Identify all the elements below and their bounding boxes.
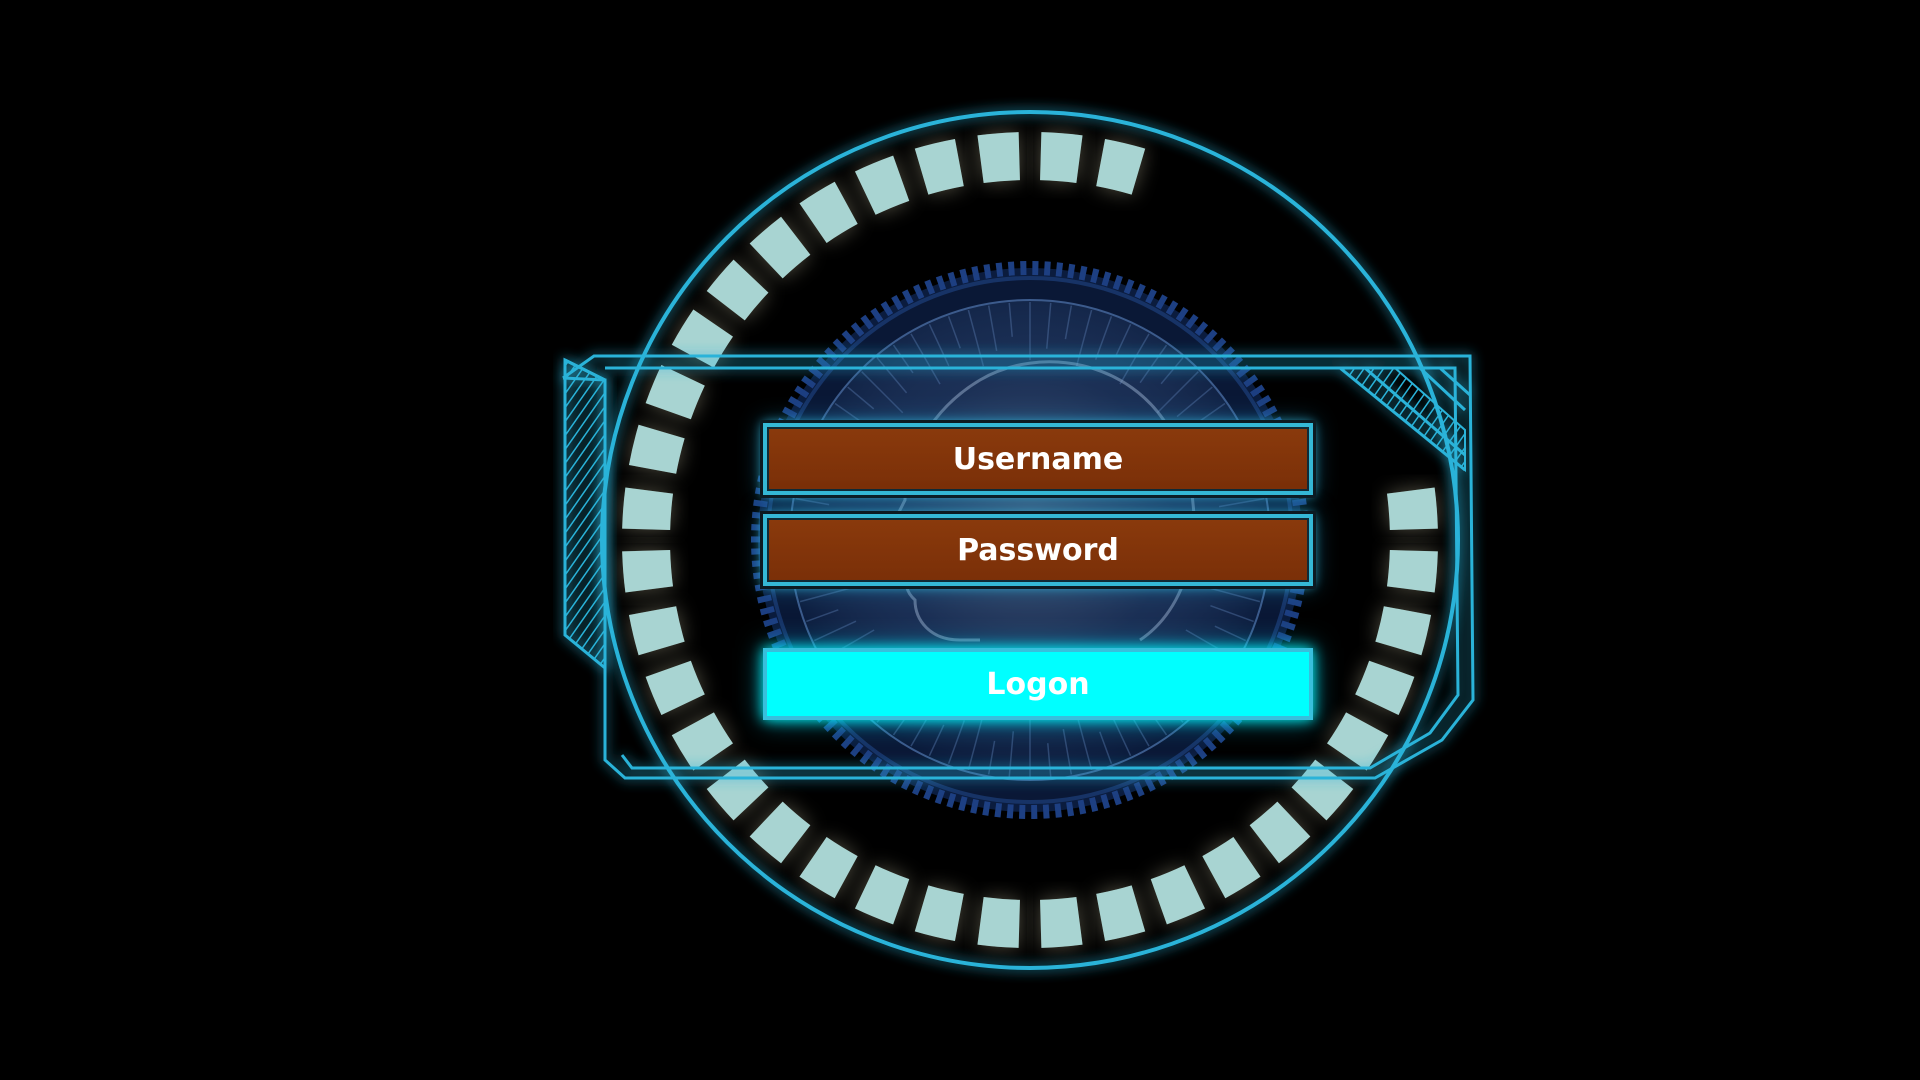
password-field[interactable]: Password (760, 511, 1316, 589)
ring-tile (628, 424, 685, 474)
top-right-hatch (1337, 367, 1466, 473)
ring-tile (1249, 801, 1311, 864)
ring-tile (1150, 865, 1206, 925)
password-label: Password (957, 532, 1119, 568)
ring-tile (854, 865, 910, 925)
ring-tile (671, 712, 733, 771)
ring-tile (1387, 487, 1438, 530)
ring-tile (854, 155, 910, 215)
ring-tile (977, 897, 1020, 948)
ring-tile (749, 216, 811, 279)
ring-tile (799, 837, 858, 899)
ring-tile (749, 801, 811, 864)
ring-tile (706, 259, 769, 321)
logon-button[interactable]: Logon (763, 648, 1313, 720)
ring-tile (1096, 885, 1146, 942)
logon-label: Logon (986, 666, 1090, 702)
ring-tile (622, 487, 673, 530)
ring-tile (914, 885, 964, 942)
ring-tile (645, 660, 705, 716)
ring-tile (1375, 606, 1432, 656)
ring-tile (1387, 550, 1438, 593)
username-label: Username (952, 441, 1124, 477)
ring-tile (1040, 132, 1083, 183)
ring-tile (1096, 138, 1146, 195)
ring-tile (977, 132, 1020, 183)
ring-tile (1040, 897, 1083, 948)
ring-tile (1355, 660, 1415, 716)
ring-tile (671, 309, 733, 368)
login-screen: Username Password Logon (0, 0, 1920, 1080)
ring-tile (799, 181, 858, 243)
ring-tile (628, 606, 685, 656)
ring-tile (645, 364, 705, 420)
left-frame-bracket (563, 357, 607, 672)
ring-tile (1202, 837, 1261, 899)
username-field[interactable]: Username (760, 420, 1316, 498)
ring-tile (622, 550, 673, 593)
ring-tile (914, 138, 964, 195)
